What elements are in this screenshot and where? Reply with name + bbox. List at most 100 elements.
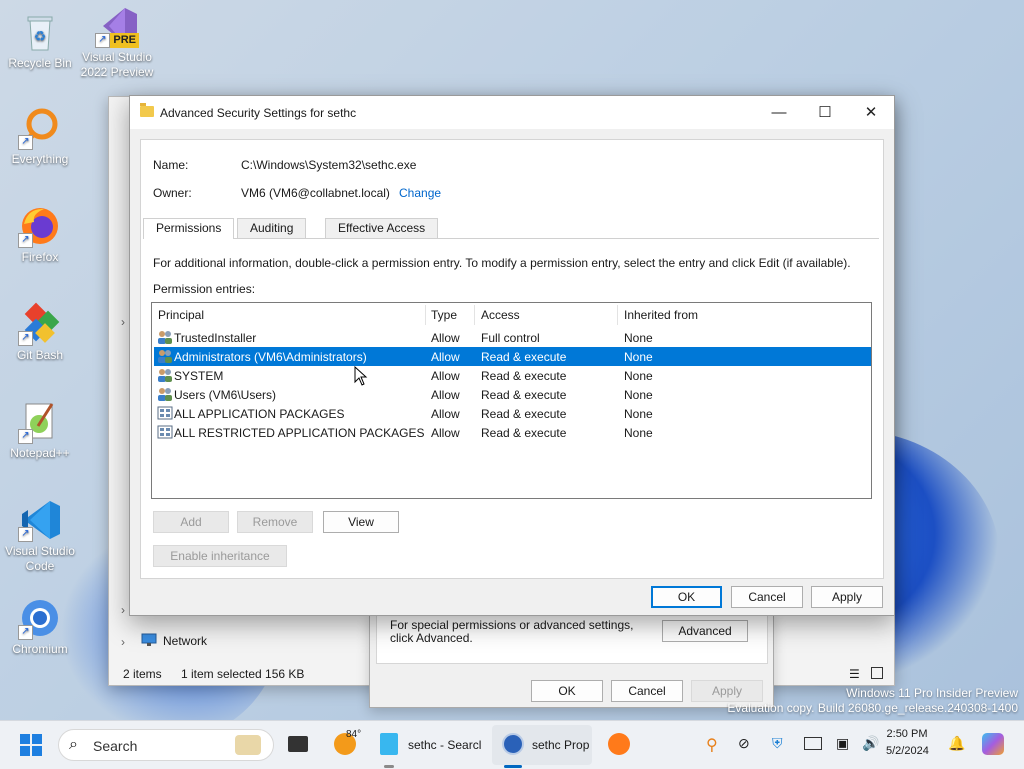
search-app-icon[interactable] (380, 733, 398, 755)
table-row[interactable]: SYSTEM Allow Read & execute None (154, 366, 871, 385)
expand-chevron-icon[interactable]: › (121, 603, 125, 617)
everything-tray-icon[interactable]: ⚲ (706, 735, 718, 755)
security-shield-icon[interactable]: ⛨ (772, 735, 783, 752)
inherited-cell: None (624, 350, 653, 364)
shortcut-arrow-icon: ↗ (18, 135, 33, 150)
ok-button[interactable]: OK (531, 680, 603, 702)
principal-cell: Administrators (VM6\Administrators) (174, 350, 367, 364)
maximize-icon[interactable]: ☐ (802, 96, 848, 129)
tab-auditing[interactable]: Auditing (237, 218, 307, 238)
access-cell: Read & execute (481, 407, 567, 421)
network-off-icon[interactable]: ⊘ (738, 735, 750, 752)
tab-effective-access[interactable]: Effective Access (325, 218, 439, 238)
type-cell: Allow (431, 388, 460, 402)
taskbar-search[interactable]: ⌕ Search (58, 729, 274, 761)
advanced-button[interactable]: Advanced (662, 620, 748, 642)
column-access[interactable]: Access (481, 308, 520, 322)
task-view-icon[interactable] (288, 736, 308, 752)
tiles-view-icon[interactable] (871, 667, 883, 679)
desktop-icon-git-bash[interactable]: ↗ Git Bash (2, 302, 78, 363)
permission-entries-list[interactable]: Principal Type Access Inherited from Tru… (151, 302, 872, 499)
git-bash-icon: ↗ (18, 302, 62, 346)
clock-date[interactable]: 5/2/2024 (886, 745, 929, 757)
column-type[interactable]: Type (431, 308, 457, 322)
watermark-line1: Windows 11 Pro Insider Preview (846, 686, 1018, 700)
view-button[interactable]: View (323, 511, 399, 533)
list-header: Principal Type Access Inherited from (152, 303, 871, 327)
cancel-button[interactable]: Cancel (731, 586, 803, 608)
principal-cell: ALL RESTRICTED APPLICATION PACKAGES (174, 426, 425, 440)
start-icon[interactable] (20, 734, 42, 756)
shortcut-arrow-icon: ↗ (18, 331, 33, 346)
nav-network[interactable]: Network (163, 634, 207, 648)
type-cell: Allow (431, 369, 460, 383)
expand-chevron-icon[interactable]: › (121, 315, 125, 329)
desktop-icon-notepadpp[interactable]: ↗ Notepad++ (2, 400, 78, 461)
desktop-icon-label: Recycle Bin (8, 56, 72, 70)
desktop-icon-label: Firefox (21, 250, 59, 264)
info-text: For additional information, double-click… (153, 256, 851, 270)
apply-button[interactable]: Apply (691, 680, 763, 702)
table-row[interactable]: TrustedInstaller Allow Full control None (154, 328, 871, 347)
change-owner-link[interactable]: Change (399, 186, 441, 200)
inherited-cell: None (624, 369, 653, 383)
chromium-icon: ↗ (18, 596, 62, 640)
search-highlight-icon (235, 735, 261, 755)
search-placeholder: Search (93, 738, 138, 754)
notification-bell-icon[interactable]: 🔔 (948, 735, 965, 752)
enable-inheritance-button[interactable]: Enable inheritance (153, 545, 287, 567)
desktop-icon-recycle-bin[interactable]: ♻ Recycle Bin (2, 10, 78, 71)
name-label: Name: (153, 158, 189, 172)
desktop-icon-label: Visual Studio 2022 Preview (80, 50, 154, 79)
expand-chevron-icon[interactable]: › (121, 635, 125, 649)
desktop-icon-vscode[interactable]: ↗ Visual Studio Code (2, 498, 78, 574)
access-cell: Full control (481, 331, 540, 345)
close-icon[interactable]: ✕ (848, 96, 894, 129)
shortcut-arrow-icon: ↗ (18, 429, 33, 444)
desktop-icon-everything[interactable]: ↗ Everything (2, 106, 78, 167)
firefox-taskbar-icon[interactable] (608, 733, 630, 755)
principal-cell: Users (VM6\Users) (174, 388, 277, 402)
table-row[interactable]: ALL RESTRICTED APPLICATION PACKAGES Allo… (154, 423, 871, 442)
column-principal[interactable]: Principal (158, 308, 204, 322)
table-row[interactable]: ALL APPLICATION PACKAGES Allow Read & ex… (154, 404, 871, 423)
table-row-selected[interactable]: Administrators (VM6\Administrators) Allo… (154, 347, 871, 366)
taskbar-app-sethc-search[interactable]: sethc - Searcl (408, 729, 481, 761)
taskbar-app-sethc-properties[interactable]: sethc Prop (532, 729, 589, 761)
shortcut-arrow-icon: ↗ (95, 33, 110, 48)
visual-studio-icon: PRE ↗ (95, 4, 139, 48)
apply-button[interactable]: Apply (811, 586, 883, 608)
copilot-icon[interactable] (982, 733, 1004, 755)
pre-badge: PRE (110, 33, 139, 48)
column-inherited-from[interactable]: Inherited from (624, 308, 698, 322)
desktop-icon-chromium[interactable]: ↗ Chromium (2, 596, 78, 657)
title-bar[interactable]: Advanced Security Settings for sethc — ☐… (130, 96, 894, 129)
ok-button[interactable]: OK (651, 586, 722, 608)
table-row[interactable]: Users (VM6\Users) Allow Read & execute N… (154, 385, 871, 404)
minimize-icon[interactable]: — (756, 96, 802, 129)
keyboard-icon[interactable] (804, 737, 822, 750)
users-group-icon (157, 387, 173, 401)
remove-button[interactable]: Remove (237, 511, 313, 533)
owner-label: Owner: (153, 186, 192, 200)
inherited-cell: None (624, 426, 653, 440)
access-cell: Read & execute (481, 369, 567, 383)
details-view-icon[interactable]: ☰ (849, 667, 860, 681)
clock-time[interactable]: 2:50 PM (886, 728, 928, 740)
display-icon[interactable]: ▣ (836, 735, 849, 752)
properties-app-icon[interactable] (502, 733, 524, 755)
inherited-cell: None (624, 407, 653, 421)
owner-value: VM6 (VM6@collabnet.local) (241, 186, 390, 200)
tab-permissions[interactable]: Permissions (143, 218, 235, 239)
add-button[interactable]: Add (153, 511, 229, 533)
desktop-icon-visual-studio[interactable]: PRE ↗ Visual Studio 2022 Preview (79, 4, 155, 80)
vscode-icon: ↗ (18, 498, 62, 542)
principal-cell: TrustedInstaller (174, 331, 257, 345)
advanced-hint-text: For special permissions or advanced sett… (390, 618, 634, 645)
name-value: C:\Windows\System32\sethc.exe (241, 158, 417, 172)
type-cell: Allow (431, 350, 460, 364)
cancel-button[interactable]: Cancel (611, 680, 683, 702)
desktop-icon-firefox[interactable]: ↗ Firefox (2, 204, 78, 265)
principal-cell: SYSTEM (174, 369, 224, 383)
volume-icon[interactable]: 🔊 (862, 735, 879, 752)
